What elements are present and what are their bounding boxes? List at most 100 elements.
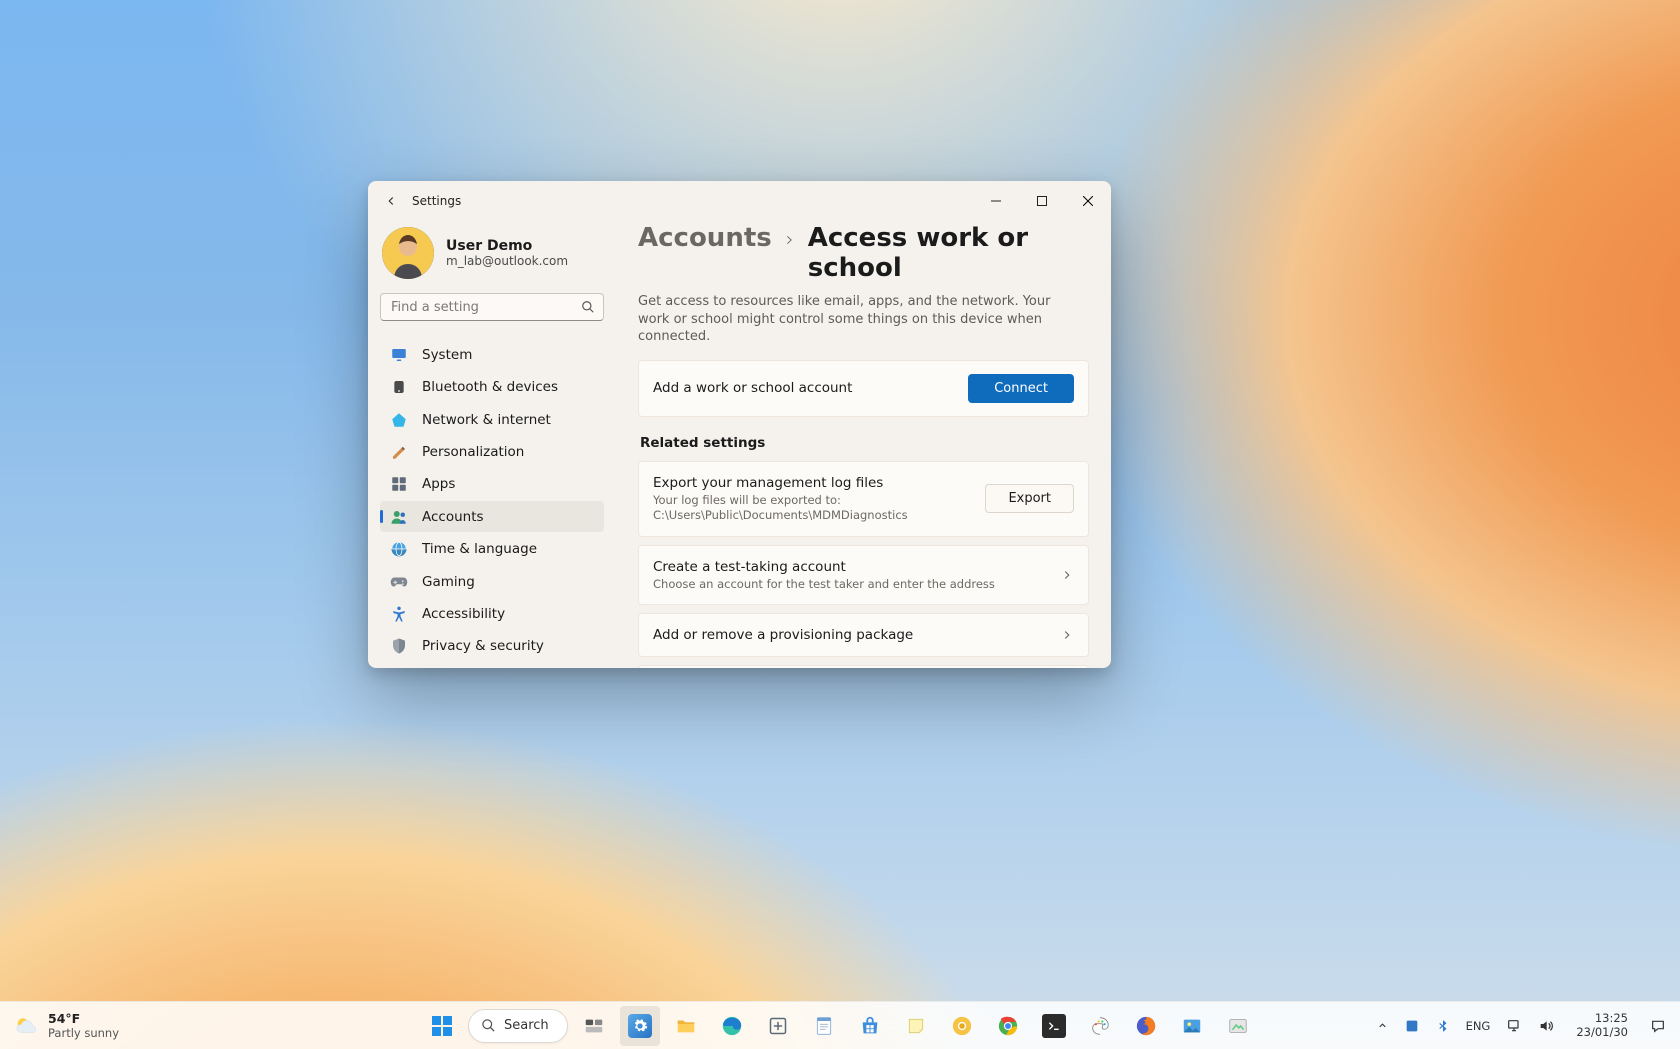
bluetooth-icon: [390, 378, 408, 396]
card-enroll[interactable]: Enroll only in device management: [638, 665, 1089, 668]
card-title: Create a test-taking account: [653, 559, 1048, 575]
privacy-icon: [390, 637, 408, 655]
back-button[interactable]: [376, 186, 406, 216]
terminal-icon: [1046, 1018, 1062, 1034]
tray-time: 13:25: [1576, 1012, 1628, 1026]
card-subtitle: Choose an account for the test taker and…: [653, 577, 1048, 592]
start-button[interactable]: [422, 1006, 462, 1046]
maximize-button[interactable]: [1019, 185, 1065, 217]
tray-language[interactable]: ENG: [1460, 1006, 1497, 1046]
task-view-button[interactable]: [574, 1006, 614, 1046]
taskbar-app-settings[interactable]: [620, 1006, 660, 1046]
network-icon: [390, 411, 408, 429]
card-subtitle: Your log files will be exported to: C:\U…: [653, 493, 973, 523]
taskbar-search-label: Search: [504, 1018, 549, 1033]
minimize-button[interactable]: [973, 185, 1019, 217]
taskbar-app-chrome-canary[interactable]: [942, 1006, 982, 1046]
chrome-icon: [997, 1015, 1019, 1037]
breadcrumb-parent[interactable]: Accounts: [638, 223, 772, 253]
sidebar-item-accounts[interactable]: Accounts: [380, 501, 604, 532]
tray-bluetooth[interactable]: [1430, 1006, 1456, 1046]
search-icon: [573, 300, 603, 314]
tray-overflow[interactable]: [1371, 1006, 1394, 1046]
volume-icon: [1538, 1018, 1554, 1034]
sidebar-item-label: Accessibility: [422, 606, 505, 622]
taskbar-app-notepad[interactable]: [804, 1006, 844, 1046]
tray-network[interactable]: [1500, 1006, 1528, 1046]
main-content: Accounts › Access work or school Get acc…: [616, 221, 1111, 668]
taskbar-center: Search: [422, 1006, 1258, 1046]
taskbar-app-sticky[interactable]: [896, 1006, 936, 1046]
sidebar-item-system[interactable]: System: [380, 339, 604, 370]
apps-icon: [390, 475, 408, 493]
avatar: [382, 227, 434, 279]
sidebar-item-label: Apps: [422, 476, 455, 492]
square-app-icon: [1404, 1018, 1420, 1034]
window-controls: [973, 185, 1111, 217]
sidebar-item-privacy[interactable]: Privacy & security: [380, 631, 604, 662]
sidebar-item-personalize[interactable]: Personalization: [380, 436, 604, 467]
firefox-icon: [1135, 1015, 1157, 1037]
taskbar-search[interactable]: Search: [468, 1009, 568, 1043]
profile-email: m_lab@outlook.com: [446, 254, 568, 268]
tray-notifications[interactable]: [1644, 1006, 1672, 1046]
profile-block[interactable]: User Demo m_lab@outlook.com: [380, 221, 604, 293]
card-test-account[interactable]: Create a test-taking account Choose an ac…: [638, 545, 1089, 606]
notepad-icon: [814, 1015, 834, 1037]
export-logs-button[interactable]: Export: [985, 484, 1074, 513]
taskbar-app-firefox[interactable]: [1126, 1006, 1166, 1046]
arrow-left-icon: [384, 194, 398, 208]
system-tray: ENG 13:25 23/01/30: [1371, 1006, 1672, 1046]
sidebar-item-label: System: [422, 347, 472, 363]
sidebar-item-label: Time & language: [422, 541, 537, 557]
gear-icon: [632, 1018, 648, 1034]
sidebar-item-label: Accounts: [422, 509, 484, 525]
chevron-right-icon: [1060, 568, 1074, 582]
related-settings-list: Export your management log filesYour log…: [638, 461, 1089, 668]
maximize-icon: [1037, 196, 1047, 206]
tray-clock[interactable]: 13:25 23/01/30: [1564, 1006, 1640, 1046]
avatar-icon: [382, 227, 434, 279]
paint-icon: [1089, 1015, 1111, 1037]
nav-list: System Bluetooth & devicesNetwork & inter…: [380, 339, 604, 662]
task-view-icon: [583, 1015, 605, 1037]
weather-condition: Partly sunny: [48, 1026, 119, 1040]
taskbar-app-explorer[interactable]: [666, 1006, 706, 1046]
chevron-right-icon: ›: [786, 227, 794, 251]
card-provisioning[interactable]: Add or remove a provisioning package: [638, 613, 1089, 657]
page-title: Access work or school: [808, 223, 1089, 283]
sidebar-item-accessibility[interactable]: Accessibility: [380, 598, 604, 629]
taskbar-app-generic[interactable]: [1218, 1006, 1258, 1046]
close-button[interactable]: [1065, 185, 1111, 217]
taskbar-app-terminal[interactable]: [1034, 1006, 1074, 1046]
taskbar-app-paint[interactable]: [1080, 1006, 1120, 1046]
taskbar-app-store[interactable]: [850, 1006, 890, 1046]
search-box[interactable]: [380, 293, 604, 321]
gaming-icon: [390, 573, 408, 591]
connect-button[interactable]: Connect: [968, 374, 1074, 403]
window-body: User Demo m_lab@outlook.com System Blueto…: [368, 221, 1111, 668]
sidebar-item-apps[interactable]: Apps: [380, 469, 604, 500]
system-icon: [390, 346, 408, 364]
taskbar-app-edge[interactable]: [712, 1006, 752, 1046]
tray-app-1[interactable]: [1398, 1006, 1426, 1046]
search-icon: [481, 1018, 496, 1033]
photos-icon: [1181, 1015, 1203, 1037]
sidebar-item-label: Gaming: [422, 574, 475, 590]
sticky-note-icon: [906, 1016, 926, 1036]
bluetooth-icon: [1436, 1018, 1450, 1034]
search-input[interactable]: [381, 300, 573, 315]
sidebar-item-bluetooth[interactable]: Bluetooth & devices: [380, 372, 604, 403]
sidebar-item-label: Personalization: [422, 444, 524, 460]
sidebar-item-gaming[interactable]: Gaming: [380, 566, 604, 597]
tray-date: 23/01/30: [1576, 1026, 1628, 1040]
taskbar-app-chrome[interactable]: [988, 1006, 1028, 1046]
breadcrumb: Accounts › Access work or school: [638, 223, 1089, 283]
sidebar-item-time[interactable]: Time & language: [380, 533, 604, 564]
taskbar-app-snip[interactable]: [758, 1006, 798, 1046]
weather-widget[interactable]: 54°F Partly sunny: [8, 1007, 125, 1044]
tray-volume[interactable]: [1532, 1006, 1560, 1046]
sidebar-item-network[interactable]: Network & internet: [380, 404, 604, 435]
taskbar-app-photos[interactable]: [1172, 1006, 1212, 1046]
close-icon: [1083, 196, 1093, 206]
